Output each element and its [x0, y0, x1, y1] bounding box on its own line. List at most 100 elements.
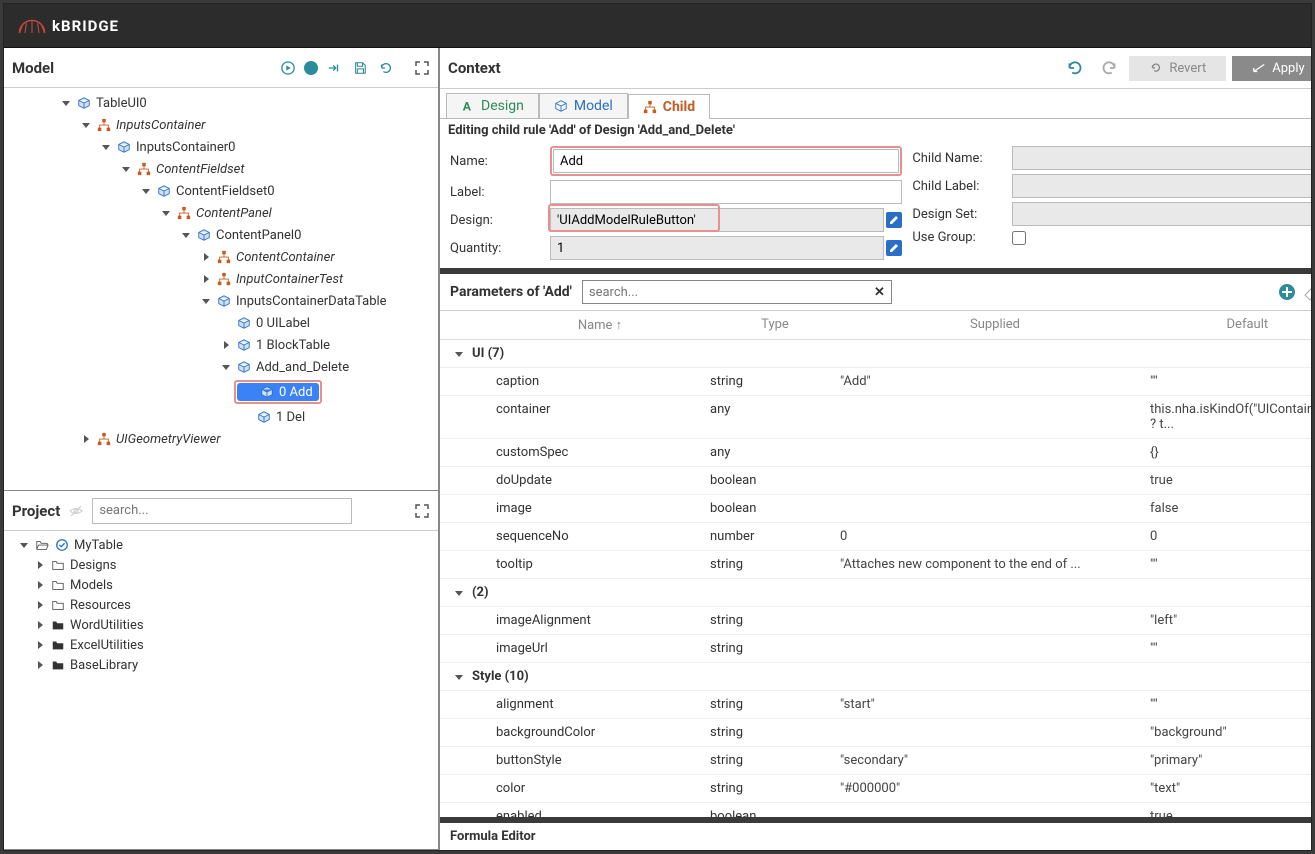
- revert-button[interactable]: Revert: [1129, 56, 1226, 81]
- redo-icon[interactable]: [1095, 54, 1123, 82]
- tree-toggle-icon[interactable]: [80, 119, 92, 131]
- tree-toggle-icon[interactable]: [34, 579, 46, 591]
- tree-node[interactable]: InputsContainer0: [4, 136, 438, 158]
- tree-node[interactable]: 0 Add: [24, 378, 438, 406]
- tree-toggle-icon[interactable]: [220, 361, 232, 373]
- label-input[interactable]: [550, 180, 902, 204]
- tree-node[interactable]: ContentFieldset0: [4, 180, 438, 202]
- tab-model-label: Model: [574, 98, 613, 114]
- tree-toggle-icon[interactable]: [120, 163, 132, 175]
- tree-toggle-icon[interactable]: [80, 433, 92, 445]
- col-default[interactable]: Default: [1150, 317, 1311, 333]
- edit-icon[interactable]: [886, 212, 902, 228]
- add-icon[interactable]: [1277, 282, 1297, 302]
- tab-model[interactable]: Model: [539, 93, 628, 118]
- eraser-icon[interactable]: [1301, 282, 1311, 302]
- play-icon[interactable]: [278, 58, 298, 78]
- eye-off-icon[interactable]: [66, 501, 86, 521]
- tree-node[interactable]: 1 BlockTable: [4, 334, 438, 356]
- param-row[interactable]: enabledbooleantrue: [440, 803, 1311, 817]
- use-group-checkbox[interactable]: [1012, 231, 1026, 245]
- expand-icon[interactable]: [414, 503, 430, 519]
- tree-toggle-icon[interactable]: [200, 295, 212, 307]
- tree-toggle-icon[interactable]: [100, 141, 112, 153]
- param-row[interactable]: customSpecany{}: [440, 439, 1311, 467]
- tree-node[interactable]: ContentPanel0: [4, 224, 438, 246]
- tree-node[interactable]: InputsContainerDataTable: [4, 290, 438, 312]
- tree-toggle-icon[interactable]: [60, 97, 72, 109]
- project-tree-node[interactable]: BaseLibrary: [4, 655, 438, 675]
- edit-icon[interactable]: [886, 240, 902, 256]
- project-tree-node[interactable]: Designs: [4, 555, 438, 575]
- tree-toggle-icon[interactable]: [180, 229, 192, 241]
- project-search-input[interactable]: [92, 498, 352, 524]
- name-input[interactable]: [553, 149, 899, 173]
- param-group-row[interactable]: (2): [440, 579, 1311, 607]
- tree-toggle-icon[interactable]: [34, 619, 46, 631]
- tree-node[interactable]: ContentFieldset: [4, 158, 438, 180]
- params-grid-body[interactable]: UI (7)captionstring"Add"""containeranyth…: [440, 340, 1311, 817]
- tree-node[interactable]: UIGeometryViewer: [4, 428, 438, 450]
- param-row[interactable]: tooltipstring"Attaches new component to …: [440, 551, 1311, 579]
- model-tree[interactable]: TableUI0InputsContainerInputsContainer0C…: [4, 88, 438, 490]
- param-row[interactable]: colorstring"#000000""text": [440, 775, 1311, 803]
- tree-toggle-icon[interactable]: [200, 273, 212, 285]
- tree-toggle-icon[interactable]: [34, 599, 46, 611]
- param-row[interactable]: containeranythis.nha.isKindOf("UIContain…: [440, 396, 1311, 439]
- col-type[interactable]: Type: [710, 317, 840, 333]
- tree-toggle-icon[interactable]: [200, 251, 212, 263]
- undo-icon[interactable]: [1061, 54, 1089, 82]
- params-search-input[interactable]: [589, 285, 874, 300]
- check-icon: [54, 537, 70, 553]
- tab-child[interactable]: Child: [628, 94, 710, 119]
- quantity-input[interactable]: [550, 236, 884, 260]
- param-row[interactable]: imagebooleanfalse: [440, 495, 1311, 523]
- param-row[interactable]: captionstring"Add""": [440, 368, 1311, 396]
- project-tree-node[interactable]: WordUtilities: [4, 615, 438, 635]
- refresh-icon[interactable]: [376, 58, 396, 78]
- param-row[interactable]: alignmentstring"start""": [440, 691, 1311, 719]
- tree-node[interactable]: ContentPanel: [4, 202, 438, 224]
- col-name[interactable]: Name ↑: [490, 317, 710, 333]
- project-tree-node[interactable]: Models: [4, 575, 438, 595]
- params-search[interactable]: ✕: [582, 280, 892, 304]
- project-tree-node[interactable]: Resources: [4, 595, 438, 615]
- design-set-input[interactable]: [1012, 202, 1311, 226]
- col-supplied[interactable]: Supplied: [840, 317, 1150, 333]
- tree-node[interactable]: InputsContainer: [4, 114, 438, 136]
- param-row[interactable]: imageAlignmentstring"left": [440, 607, 1311, 635]
- status-dot-icon[interactable]: [304, 61, 318, 75]
- clear-icon[interactable]: ✕: [874, 285, 885, 300]
- project-tree[interactable]: MyTableDesignsModelsResourcesWordUtiliti…: [4, 531, 438, 849]
- save-icon[interactable]: [350, 58, 370, 78]
- goto-icon[interactable]: [324, 58, 344, 78]
- tab-design[interactable]: A Design: [446, 93, 539, 118]
- project-tree-node[interactable]: MyTable: [4, 535, 438, 555]
- tree-node[interactable]: InputContainerTest: [4, 268, 438, 290]
- tree-toggle-icon[interactable]: [34, 639, 46, 651]
- param-group-row[interactable]: Style (10): [440, 663, 1311, 691]
- tree-node[interactable]: Add_and_Delete: [4, 356, 438, 378]
- param-group-row[interactable]: UI (7): [440, 340, 1311, 368]
- tree-node[interactable]: TableUI0: [4, 92, 438, 114]
- expand-icon[interactable]: [414, 60, 430, 76]
- tree-toggle-icon[interactable]: [140, 185, 152, 197]
- tree-toggle-icon[interactable]: [34, 659, 46, 671]
- tree-toggle-icon[interactable]: [160, 207, 172, 219]
- param-row[interactable]: buttonStylestring"secondary""primary": [440, 747, 1311, 775]
- tree-node[interactable]: ContentContainer: [4, 246, 438, 268]
- param-row[interactable]: doUpdatebooleantrue: [440, 467, 1311, 495]
- project-tree-node[interactable]: ExcelUtilities: [4, 635, 438, 655]
- tree-node[interactable]: 1 Del: [24, 406, 438, 428]
- apply-button[interactable]: Apply: [1232, 56, 1311, 81]
- child-name-input[interactable]: [1012, 146, 1311, 170]
- tree-toggle-icon[interactable]: [18, 539, 30, 551]
- tree-node[interactable]: 0 UILabel: [4, 312, 438, 334]
- param-row[interactable]: imageUrlstring"": [440, 635, 1311, 663]
- tree-toggle-icon[interactable]: [34, 559, 46, 571]
- design-input[interactable]: [550, 208, 884, 232]
- tree-toggle-icon[interactable]: [220, 339, 232, 351]
- param-row[interactable]: backgroundColorstring"background": [440, 719, 1311, 747]
- child-label-input[interactable]: [1012, 174, 1311, 198]
- param-row[interactable]: sequenceNonumber00: [440, 523, 1311, 551]
